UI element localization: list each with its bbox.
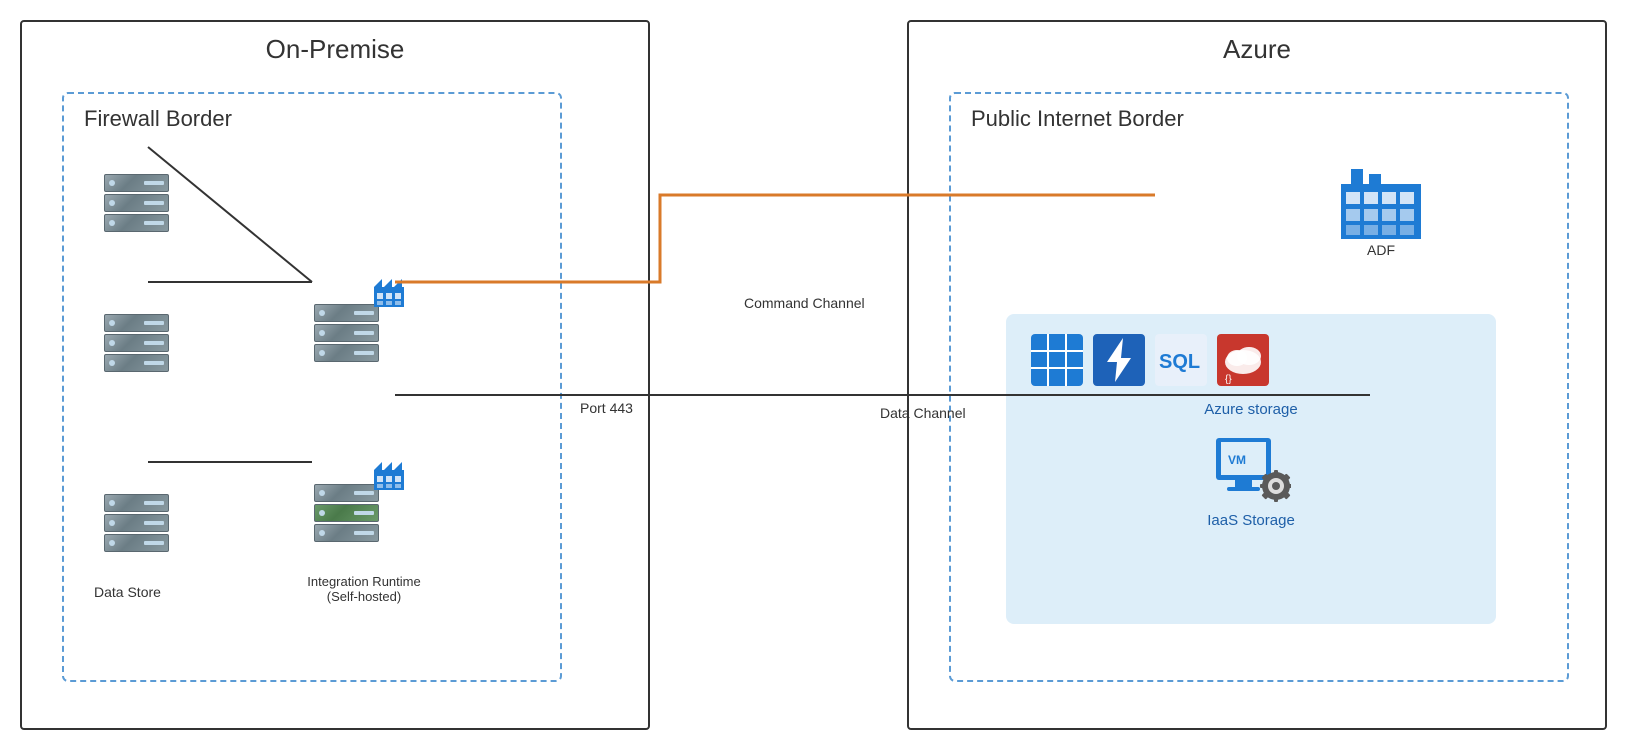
ir-factory-icon-top (374, 279, 404, 312)
firewall-border-title: Firewall Border (84, 106, 232, 132)
data-store-server-2 (104, 314, 169, 372)
on-premise-box: On-Premise Firewall Border (20, 20, 650, 730)
data-store-server-3 (104, 494, 169, 552)
iaas-storage-group: VM (1006, 438, 1496, 529)
azure-storage-label: Azure storage (1006, 401, 1496, 418)
azure-storage-box: SQL {} Azure s (1006, 314, 1496, 624)
svg-text:SQL: SQL (1159, 351, 1200, 373)
azure-eventhub-icon (1093, 334, 1145, 391)
azure-title: Azure (1223, 34, 1291, 65)
azure-table-icon (1031, 334, 1083, 391)
port-443-label: Port 443 (580, 400, 633, 416)
iaas-vm-icon: VM (1211, 438, 1291, 508)
on-premise-title: On-Premise (266, 34, 405, 65)
ir-server-2 (314, 484, 379, 542)
diagram-container: On-Premise Firewall Border (0, 0, 1627, 754)
data-store-server-1 (104, 174, 169, 232)
ir-server-1 (314, 304, 379, 362)
svg-text:VM: VM (1228, 453, 1246, 467)
data-channel-label: Data Channel (880, 405, 966, 421)
command-channel-label: Command Channel (744, 295, 865, 311)
adf-factory-icon (1341, 164, 1421, 244)
azure-api-icon: {} (1217, 334, 1269, 391)
svg-text:{}: {} (1225, 374, 1232, 385)
data-store-label: Data Store (94, 584, 161, 600)
azure-box: Azure Public Internet Border (907, 20, 1607, 730)
public-internet-box: Public Internet Border (949, 92, 1569, 682)
ir-factory-icon-bottom (374, 462, 404, 495)
firewall-border-box: Firewall Border Data Store (62, 92, 562, 682)
azure-sql-icon: SQL (1155, 334, 1207, 391)
ir-label: Integration Runtime (Self-hosted) (294, 574, 434, 604)
public-internet-title: Public Internet Border (971, 106, 1184, 132)
adf-label: ADF (1351, 242, 1411, 258)
storage-icons-row: SQL {} (1006, 314, 1496, 396)
iaas-storage-label: IaaS Storage (1207, 512, 1295, 529)
